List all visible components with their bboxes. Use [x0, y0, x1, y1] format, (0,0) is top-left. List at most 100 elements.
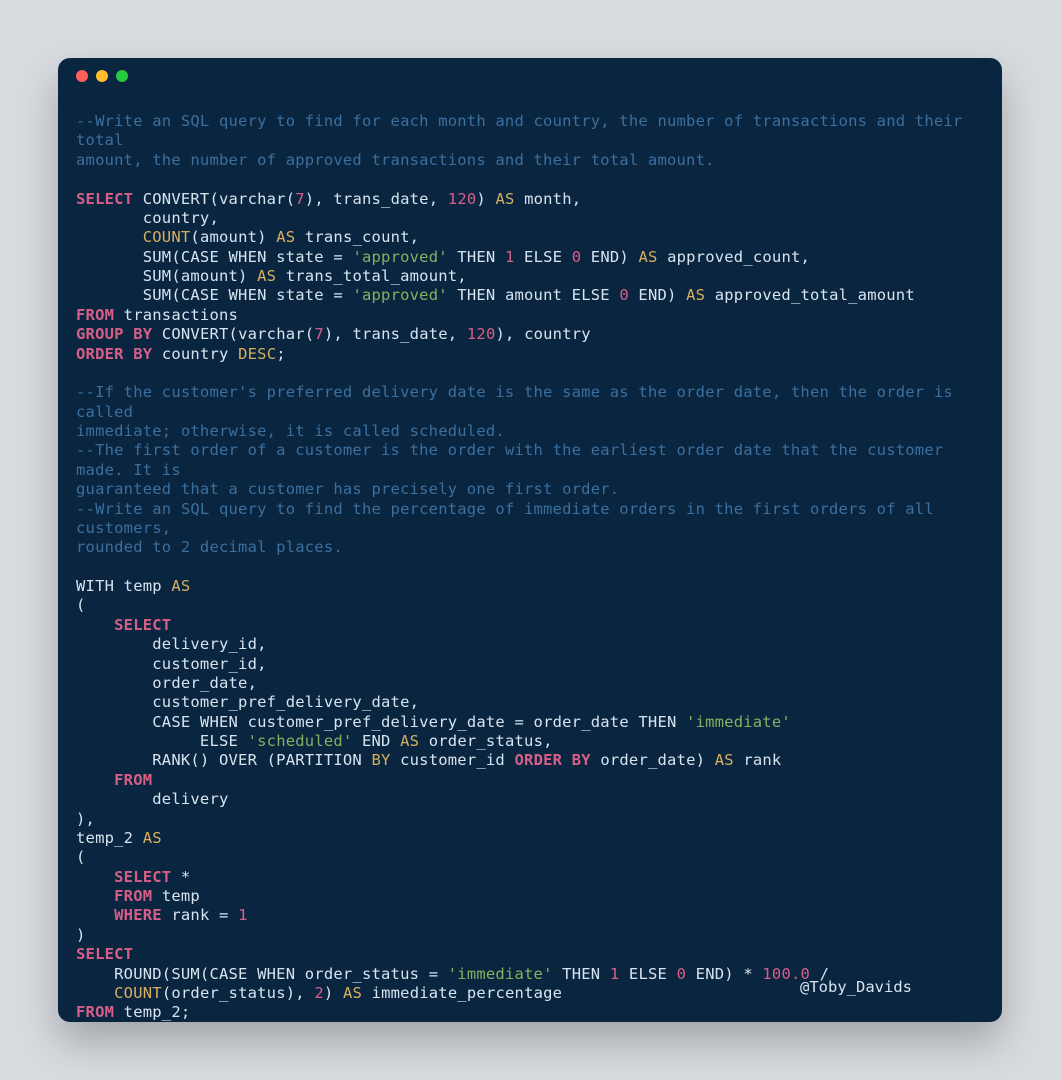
keyword-as: AS — [495, 190, 514, 208]
code-text: transactions — [114, 306, 238, 324]
window-titlebar — [58, 58, 1002, 94]
code-text: country — [152, 345, 238, 363]
keyword-from: FROM — [76, 771, 152, 789]
keyword-by: BY — [572, 751, 591, 769]
code-text: ) — [476, 190, 495, 208]
code-block: --Write an SQL query to find for each mo… — [58, 94, 1002, 1023]
code-text — [76, 228, 143, 246]
comment-line: --Write an SQL query to find for each mo… — [76, 112, 972, 149]
keyword-from: FROM — [76, 887, 152, 905]
number-literal: 0 — [572, 248, 582, 266]
string-literal: 'approved' — [352, 286, 447, 304]
number-literal: 2 — [314, 984, 324, 1002]
number-literal: 7 — [295, 190, 305, 208]
code-text: temp_2 — [76, 829, 143, 847]
code-text — [76, 984, 114, 1002]
code-text: ELSE — [619, 965, 676, 983]
code-text: ( — [76, 596, 86, 614]
keyword-as: AS — [400, 732, 419, 750]
keyword-as: AS — [686, 286, 705, 304]
number-literal: 0 — [619, 286, 629, 304]
keyword-select: SELECT — [76, 868, 171, 886]
code-text: SUM(CASE WHEN state = — [76, 248, 352, 266]
code-text: THEN — [553, 965, 610, 983]
code-text: order_date) — [591, 751, 715, 769]
keyword-where: WHERE — [76, 906, 162, 924]
keyword-select: SELECT — [76, 616, 171, 634]
code-text: ROUND(SUM(CASE WHEN order_status = — [76, 965, 448, 983]
code-text: order_date, — [76, 674, 257, 692]
keyword-as: AS — [171, 577, 190, 595]
code-text: END) — [629, 286, 686, 304]
comment-line: rounded to 2 decimal places. — [76, 538, 343, 556]
code-text: order_status, — [419, 732, 552, 750]
zoom-icon[interactable] — [116, 70, 128, 82]
keyword-from: FROM — [76, 306, 114, 324]
code-text: ; — [276, 345, 286, 363]
code-text: ) — [324, 984, 343, 1002]
number-literal: 1 — [238, 906, 248, 924]
string-literal: 'immediate' — [686, 713, 791, 731]
comment-line: --If the customer's preferred delivery d… — [76, 383, 962, 420]
comment-line: guaranteed that a customer has precisely… — [76, 480, 619, 498]
code-text: rank = — [162, 906, 238, 924]
code-text: delivery_id, — [76, 635, 267, 653]
code-text: (amount) — [190, 228, 276, 246]
comment-line: --Write an SQL query to find the percent… — [76, 500, 943, 537]
number-literal: 120 — [467, 325, 496, 343]
code-text: month, — [515, 190, 582, 208]
code-text: customer_pref_delivery_date, — [76, 693, 419, 711]
code-text: ( — [76, 848, 86, 866]
code-text: trans_total_amount, — [276, 267, 467, 285]
code-text: approved_total_amount — [705, 286, 915, 304]
keyword-select: SELECT — [76, 945, 133, 963]
code-text: ELSE — [76, 732, 248, 750]
code-text: ), — [76, 810, 95, 828]
keyword-by: BY — [372, 751, 391, 769]
number-literal: 120 — [448, 190, 477, 208]
code-text: country, — [76, 209, 219, 227]
code-text: customer_id — [391, 751, 515, 769]
code-text: ), trans_date, — [324, 325, 467, 343]
close-icon[interactable] — [76, 70, 88, 82]
comment-line: amount, the number of approved transacti… — [76, 151, 715, 169]
code-text: WITH temp — [76, 577, 171, 595]
code-text: ) — [76, 926, 86, 944]
keyword-as: AS — [715, 751, 734, 769]
keyword-as: AS — [143, 829, 162, 847]
string-literal: 'immediate' — [448, 965, 553, 983]
keyword-as: AS — [638, 248, 657, 266]
code-window: --Write an SQL query to find for each mo… — [58, 58, 1002, 1022]
code-text: * — [171, 868, 190, 886]
keyword-desc: DESC — [238, 345, 276, 363]
keyword-order: ORDER — [76, 345, 124, 363]
string-literal: 'scheduled' — [248, 732, 353, 750]
code-text: ELSE — [515, 248, 572, 266]
code-text: CONVERT(varchar( — [152, 325, 314, 343]
code-text: (order_status), — [162, 984, 315, 1002]
keyword-group: GROUP — [76, 325, 124, 343]
string-literal: 'approved' — [352, 248, 447, 266]
code-text: RANK() OVER (PARTITION — [76, 751, 372, 769]
code-text: END) * — [686, 965, 762, 983]
comment-line: --The first order of a customer is the o… — [76, 441, 953, 478]
code-text: rank — [734, 751, 782, 769]
number-literal: 1 — [610, 965, 620, 983]
number-literal: 1 — [505, 248, 515, 266]
code-text: temp_2; — [114, 1003, 190, 1021]
function-count: COUNT — [114, 984, 162, 1002]
author-handle: @Toby_Davids — [800, 978, 912, 996]
comment-line: immediate; otherwise, it is called sched… — [76, 422, 505, 440]
code-text: immediate_percentage — [362, 984, 562, 1002]
code-text: temp — [152, 887, 200, 905]
code-text: trans_count, — [295, 228, 419, 246]
number-literal: 0 — [677, 965, 687, 983]
code-text: THEN amount ELSE — [448, 286, 620, 304]
code-text: SUM(CASE WHEN state = — [76, 286, 352, 304]
function-count: COUNT — [143, 228, 191, 246]
minimize-icon[interactable] — [96, 70, 108, 82]
keyword-from: FROM — [76, 1003, 114, 1021]
keyword-select: SELECT — [76, 190, 133, 208]
code-text: CASE WHEN customer_pref_delivery_date = … — [76, 713, 686, 731]
keyword-by: BY — [133, 345, 152, 363]
